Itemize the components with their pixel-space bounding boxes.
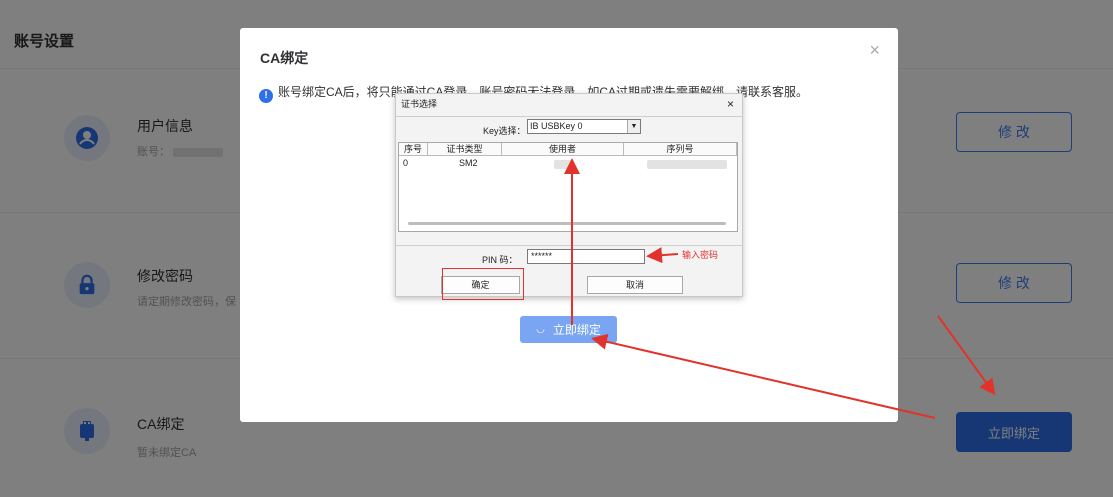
annotation-arrow [646, 247, 679, 264]
annotation-arrow [937, 315, 996, 396]
annotation-arrows [564, 158, 996, 419]
annotation-arrow [591, 333, 936, 419]
